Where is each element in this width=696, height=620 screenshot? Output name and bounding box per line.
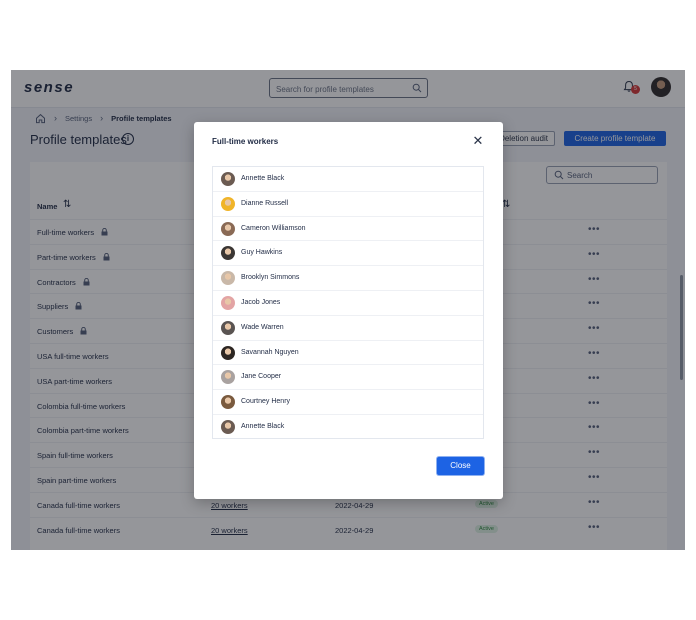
worker-list: Annette Black Dianne Russell Cameron Willi…: [212, 166, 484, 439]
close-button[interactable]: Close: [437, 457, 484, 475]
worker-avatar: [221, 196, 235, 211]
worker-avatar: [221, 246, 235, 261]
worker-name: Dianne Russell: [241, 199, 289, 207]
worker-item[interactable]: Guy Hawkins: [213, 241, 483, 267]
worker-avatar: [221, 345, 235, 360]
worker-name: Jacob Jones: [241, 298, 281, 306]
modal-title: Full-time workers: [212, 137, 279, 146]
worker-avatar: [221, 295, 235, 310]
worker-name: Annette Black: [241, 422, 285, 430]
worker-avatar: [221, 172, 235, 186]
worker-name: Wade Warren: [241, 323, 284, 331]
worker-avatar: [221, 271, 235, 286]
worker-item[interactable]: Cameron Williamson: [213, 217, 483, 242]
worker-item[interactable]: Jacob Jones: [213, 291, 483, 316]
worker-avatar: [221, 395, 235, 410]
worker-name: Courtney Henry: [241, 398, 291, 406]
worker-avatar: [221, 370, 235, 385]
workers-modal: Full-time workers ✕ Annette Black Dianne …: [194, 122, 503, 499]
worker-name: Brooklyn Simmons: [241, 274, 300, 282]
worker-item[interactable]: Savannah Nguyen: [213, 341, 483, 366]
worker-item[interactable]: Annette Black: [213, 415, 483, 440]
worker-item[interactable]: Annette Black: [213, 167, 483, 192]
worker-item[interactable]: Dianne Russell: [213, 192, 483, 217]
worker-avatar: [221, 419, 235, 434]
worker-item[interactable]: Jane Cooper: [213, 365, 483, 391]
worker-avatar: [221, 221, 235, 236]
worker-item[interactable]: Courtney Henry: [213, 390, 483, 415]
worker-name: Cameron Williamson: [241, 224, 306, 232]
worker-avatar: [221, 320, 235, 335]
worker-name: Jane Cooper: [241, 373, 282, 381]
worker-name: Annette Black: [241, 175, 285, 182]
worker-item[interactable]: Brooklyn Simmons: [213, 266, 483, 291]
worker-item[interactable]: Wade Warren: [213, 316, 483, 341]
close-icon[interactable]: ✕: [471, 134, 485, 148]
worker-name: Savannah Nguyen: [241, 348, 299, 356]
worker-name: Guy Hawkins: [241, 249, 283, 257]
